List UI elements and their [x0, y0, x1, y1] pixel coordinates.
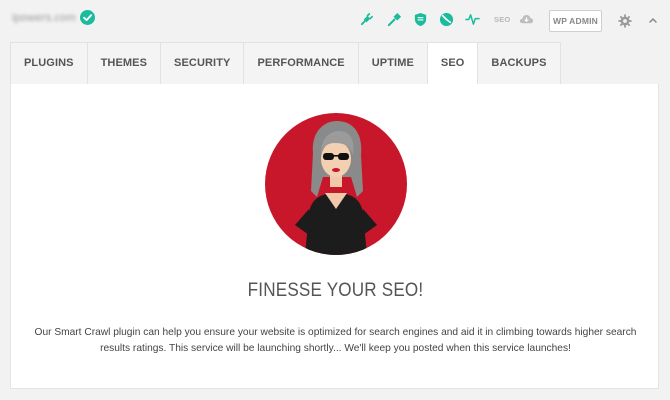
seo-panel: FINESSE YOUR SEO! Our Smart Crawl plugin… [10, 84, 659, 389]
wp-admin-button[interactable]: WP ADMIN [549, 10, 602, 32]
tab-security[interactable]: SECURITY [160, 42, 244, 85]
themes-icon[interactable] [387, 12, 402, 27]
gear-icon[interactable] [618, 14, 632, 28]
page-title: FINESSE YOUR SEO! [247, 280, 424, 301]
seo-icon[interactable]: SEO [494, 15, 510, 24]
tab-uptime[interactable]: UPTIME [357, 42, 427, 85]
uptime-icon[interactable] [465, 12, 480, 27]
tab-themes[interactable]: THEMES [86, 42, 161, 85]
tab-bar: PLUGINS THEMES SECURITY PERFORMANCE UPTI… [10, 42, 561, 85]
seo-description: Our Smart Crawl plugin can help you ensu… [34, 327, 637, 354]
security-icon[interactable] [413, 12, 428, 27]
site-name[interactable]: ipowers.com [12, 12, 76, 24]
chevron-up-icon[interactable] [648, 16, 658, 24]
tab-performance[interactable]: PERFORMANCE [243, 42, 358, 85]
performance-icon[interactable] [439, 12, 454, 27]
plugins-icon[interactable] [359, 12, 374, 27]
tab-backups[interactable]: BACKUPS [477, 42, 561, 85]
tab-seo[interactable]: SEO [426, 42, 478, 85]
tab-plugins[interactable]: PLUGINS [10, 42, 87, 85]
seo-hero-illustration [265, 113, 407, 255]
top-bar: ipowers.com SEO WP ADMIN [0, 0, 670, 42]
verified-check-icon [80, 10, 95, 25]
backups-icon[interactable] [519, 12, 534, 27]
